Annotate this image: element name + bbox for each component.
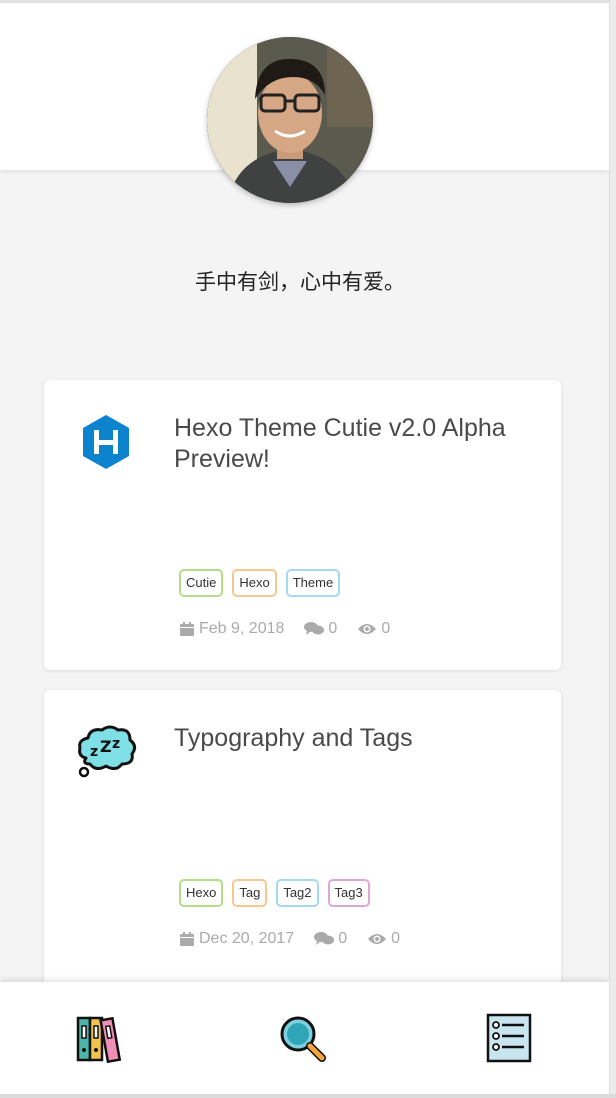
calendar-icon [180,932,194,946]
menu-list-button[interactable] [482,1012,542,1068]
svg-text:z: z [112,736,120,752]
list-menu-icon [486,1013,532,1063]
avatar-photo-icon [207,37,373,203]
tag-tag3[interactable]: Tag3 [327,879,370,907]
post-comments[interactable]: 0 [314,930,347,948]
tag-hexo[interactable]: Hexo [232,569,277,597]
post-date-text: Dec 20, 2017 [199,930,295,947]
post-comments[interactable]: 0 [304,620,337,638]
post-meta: Dec 20, 2017 0 0 [179,930,420,948]
view-count: 0 [381,620,391,637]
tag-tag2[interactable]: Tag2 [276,879,319,907]
post-date-text: Feb 9, 2018 [199,620,285,637]
comment-count: 0 [338,930,348,947]
search-icon [280,1016,326,1062]
tag-hexo[interactable]: Hexo [179,879,224,907]
post-views: 0 [357,620,390,638]
profile-motto: 手中有剑，心中有爱。 [195,270,405,294]
comments-icon [314,932,335,945]
eye-icon [358,624,377,634]
avatar[interactable] [207,37,373,203]
post-views: 0 [367,930,400,948]
post-date: Feb 9, 2018 [179,620,284,638]
thought-bubble-zzz-icon: z Z z [74,720,138,784]
svg-text:Z: Z [100,737,112,756]
comments-icon [304,622,325,635]
view-count: 0 [391,930,400,947]
archive-button[interactable] [72,1012,132,1068]
tag-cutie[interactable]: Cutie [179,569,224,597]
calendar-icon [180,622,194,636]
tag-list: Cutie Hexo Theme [179,569,341,597]
window-border [609,0,616,1098]
svg-text:z: z [90,744,98,760]
post-meta: Feb 9, 2018 0 0 [179,620,410,638]
search-button[interactable] [276,1012,336,1068]
comment-count: 0 [328,620,338,637]
archive-binders-icon [76,1016,122,1064]
post-date: Dec 20, 2017 [179,930,294,948]
window-border-bottom [0,1094,616,1098]
post-title-link[interactable]: Typography and Tags [174,723,554,754]
bottom-nav [0,982,609,1094]
eye-icon [368,934,387,944]
post-title-link[interactable]: Hexo Theme Cutie v2.0 Alpha Preview! [174,413,554,475]
tag-tag[interactable]: Tag [232,879,268,907]
post-card[interactable]: z Z z Typography and Tags Hexo Tag Tag2 … [44,690,561,1000]
tag-theme[interactable]: Theme [285,569,341,597]
tag-list: Hexo Tag Tag2 Tag3 [179,879,370,907]
post-card[interactable]: Hexo Theme Cutie v2.0 Alpha Preview! Cut… [44,380,561,670]
hexo-logo-icon [74,410,138,474]
